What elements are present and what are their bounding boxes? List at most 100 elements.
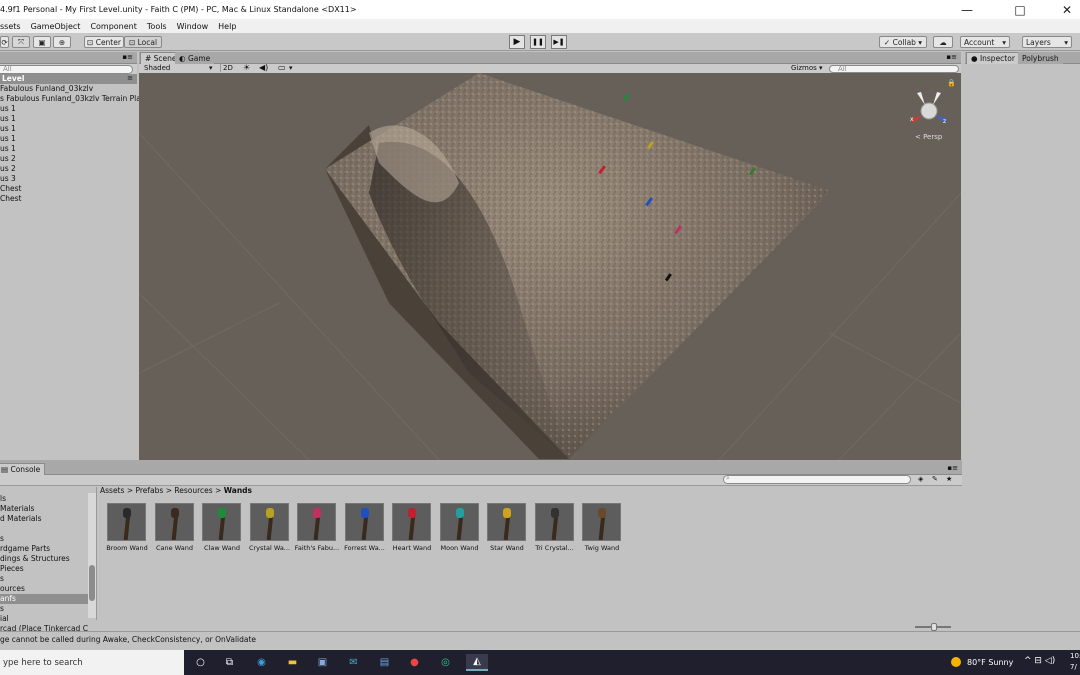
- rect-tool-icon[interactable]: ▣: [33, 36, 51, 48]
- tab-console[interactable]: ▤ Console: [0, 463, 46, 475]
- scene-view[interactable]: x z < Persp 🔒: [139, 73, 961, 460]
- asset-item[interactable]: Broom Wand: [106, 503, 148, 552]
- folder-item[interactable]: ial: [0, 614, 9, 624]
- asset-item[interactable]: Tri Crystal...: [534, 503, 575, 552]
- pivot-center-button[interactable]: ⊡ Center: [84, 36, 124, 48]
- folder-item[interactable]: s: [0, 604, 4, 614]
- menu-gameobject[interactable]: GameObject: [31, 22, 81, 31]
- breadcrumb-current[interactable]: Wands: [224, 486, 252, 495]
- asset-item[interactable]: Moon Wand: [439, 503, 480, 552]
- lock-icon[interactable]: 🔒: [947, 79, 956, 87]
- filter-label-icon[interactable]: ✎: [932, 475, 938, 483]
- hierarchy-item[interactable]: us 1: [0, 134, 16, 144]
- menu-component[interactable]: Component: [90, 22, 136, 31]
- maximize-button[interactable]: □: [1005, 0, 1035, 19]
- rotate-tool-icon[interactable]: ⟳: [0, 36, 9, 48]
- folder-item[interactable]: ources: [0, 584, 25, 594]
- folder-item[interactable]: d Materials: [0, 514, 42, 524]
- hierarchy-search-input[interactable]: All: [0, 65, 133, 74]
- asset-item[interactable]: Claw Wand: [202, 503, 242, 552]
- taskbar-search-input[interactable]: ype here to search: [0, 650, 184, 675]
- weather-text[interactable]: 80°F Sunny: [967, 658, 1013, 667]
- hierarchy-item[interactable]: Chest: [0, 194, 21, 204]
- layers-dropdown[interactable]: Layers ▾: [1022, 36, 1072, 48]
- gizmos-dropdown[interactable]: Gizmos: [791, 64, 817, 72]
- folder-item[interactable]: s: [0, 534, 4, 544]
- hierarchy-item[interactable]: us 1: [0, 144, 16, 154]
- transform-tool-icon[interactable]: ⊕: [53, 36, 71, 48]
- folder-item[interactable]: dings & Structures: [0, 554, 70, 564]
- panel-menu-icon[interactable]: ▪≡: [122, 53, 133, 61]
- hierarchy-item[interactable]: us 3: [0, 174, 16, 184]
- wand-marker[interactable]: [622, 93, 630, 102]
- asset-item[interactable]: Crystal Wa...: [249, 503, 290, 552]
- system-tray-icons[interactable]: ^ ⊟ ◁): [1024, 656, 1055, 666]
- account-dropdown[interactable]: Account ▾: [960, 36, 1010, 48]
- shading-dropdown[interactable]: Shaded: [144, 64, 170, 72]
- pivot-local-button[interactable]: ⊡ Local: [124, 36, 162, 48]
- light-icon[interactable]: ☀: [243, 63, 250, 72]
- clock-date[interactable]: 7/: [1070, 663, 1077, 671]
- photos-icon[interactable]: ▤: [376, 654, 393, 671]
- hierarchy-item[interactable]: us 1: [0, 104, 16, 114]
- 2d-toggle[interactable]: 2D: [220, 64, 233, 72]
- slider-thumb[interactable]: [931, 623, 937, 631]
- orientation-gizmo[interactable]: [911, 92, 947, 123]
- menu-help[interactable]: Help: [218, 22, 236, 31]
- scene-search-input[interactable]: All: [829, 65, 959, 73]
- step-button[interactable]: ▶❚: [551, 35, 567, 49]
- folder-item[interactable]: rdgame Parts: [0, 544, 50, 554]
- favorite-icon[interactable]: ★: [946, 475, 952, 483]
- menu-window[interactable]: Window: [177, 22, 209, 31]
- tab-inspector[interactable]: ● Inspector: [966, 52, 1020, 64]
- folder-scrollbar[interactable]: [88, 493, 96, 618]
- cortana-icon[interactable]: ○: [192, 654, 209, 671]
- close-button[interactable]: ✕: [1052, 0, 1080, 19]
- asset-item[interactable]: Cane Wand: [154, 503, 195, 552]
- pause-button[interactable]: ❚❚: [530, 35, 546, 49]
- filter-type-icon[interactable]: ◈: [918, 475, 923, 483]
- cloud-button[interactable]: ☁: [933, 36, 953, 48]
- breadcrumb-item[interactable]: Resources: [174, 486, 212, 495]
- store-icon[interactable]: ▣: [314, 654, 331, 671]
- asset-item[interactable]: Twig Wand: [582, 503, 622, 552]
- asset-item[interactable]: Heart Wand: [392, 503, 432, 552]
- scene-menu-icon[interactable]: ≡: [127, 74, 133, 82]
- tab-game[interactable]: ◐ Game: [175, 52, 215, 64]
- hierarchy-item[interactable]: us 1: [0, 124, 16, 134]
- scrollbar-thumb[interactable]: [89, 565, 95, 601]
- persp-label[interactable]: < Persp: [915, 133, 943, 141]
- tab-polybrush[interactable]: Polybrush: [1018, 52, 1063, 64]
- hierarchy-item[interactable]: Chest: [0, 184, 21, 194]
- asset-item[interactable]: Star Wand: [487, 503, 527, 552]
- edge-icon[interactable]: ◉: [253, 654, 270, 671]
- folder-item[interactable]: Pieces: [0, 564, 24, 574]
- hierarchy-item[interactable]: us 2: [0, 164, 16, 174]
- mail-icon[interactable]: ✉: [345, 654, 362, 671]
- chrome-icon[interactable]: ◎: [437, 654, 454, 671]
- folder-item-selected[interactable]: anfs: [0, 594, 88, 604]
- hierarchy-item[interactable]: Fabulous Funland_03kzlv: [0, 84, 93, 94]
- breadcrumb-item[interactable]: Assets: [100, 486, 124, 495]
- folder-item[interactable]: Materials: [0, 504, 34, 514]
- hierarchy-item[interactable]: us 2: [0, 154, 16, 164]
- folder-item[interactable]: ls: [0, 494, 6, 504]
- collab-button[interactable]: ✓ Collab ▾: [879, 36, 927, 48]
- breadcrumb-item[interactable]: Prefabs: [135, 486, 163, 495]
- clock-time[interactable]: 10:: [1070, 652, 1080, 660]
- firefox-icon[interactable]: ●: [406, 654, 423, 671]
- play-button[interactable]: ▶: [509, 35, 525, 49]
- unity-icon[interactable]: ◭: [466, 654, 488, 671]
- asset-item[interactable]: Forrest Wa...: [344, 503, 385, 552]
- panel-menu-icon[interactable]: ▪≡: [947, 464, 958, 472]
- menu-assets[interactable]: ssets: [0, 22, 21, 31]
- folder-item[interactable]: s: [0, 574, 4, 584]
- audio-icon[interactable]: ◀): [259, 63, 268, 72]
- file-explorer-icon[interactable]: ▬: [284, 654, 301, 671]
- panel-menu-icon[interactable]: ▪≡: [946, 53, 957, 61]
- status-message[interactable]: ge cannot be called during Awake, CheckC…: [0, 635, 256, 644]
- hierarchy-item[interactable]: us 1: [0, 114, 16, 124]
- menu-tools[interactable]: Tools: [147, 22, 167, 31]
- hierarchy-scene-root[interactable]: Level ≡: [0, 74, 137, 84]
- minimize-button[interactable]: —: [952, 0, 982, 19]
